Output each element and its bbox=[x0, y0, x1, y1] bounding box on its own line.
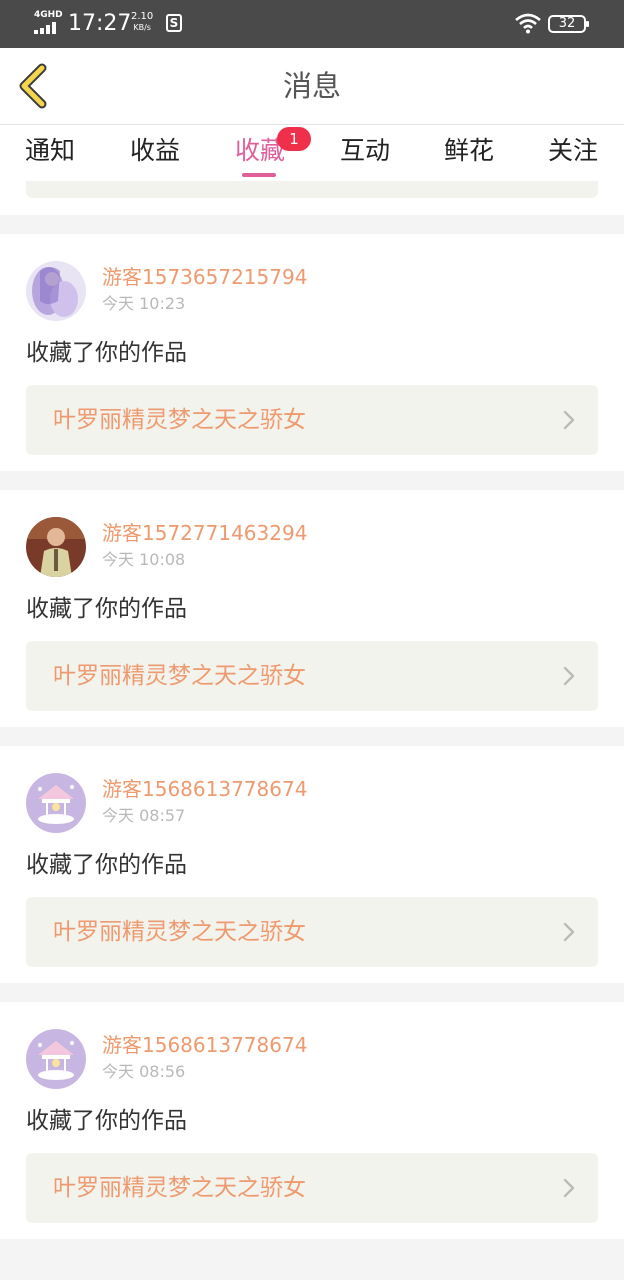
message-card-partial bbox=[0, 181, 624, 215]
action-text: 收藏了你的作品 bbox=[26, 1108, 187, 1134]
work-title: 叶罗丽精灵梦之天之骄女 bbox=[53, 919, 306, 945]
chevron-right-icon bbox=[563, 1178, 575, 1198]
work-link[interactable]: 叶罗丽精灵梦之天之骄女 bbox=[26, 1153, 598, 1223]
message-card: 游客1568613778674 今天 08:56 收藏了你的作品 叶罗丽精灵梦之… bbox=[0, 1002, 624, 1239]
message-time: 今天 08:56 bbox=[102, 1062, 186, 1081]
unread-badge: 1 bbox=[277, 127, 311, 151]
message-card: 游客1572771463294 今天 10:08 收藏了你的作品 叶罗丽精灵梦之… bbox=[0, 490, 624, 727]
network-type: 4GHD bbox=[34, 10, 63, 20]
message-time: 今天 08:57 bbox=[102, 806, 186, 825]
tab-earnings[interactable]: 收益 bbox=[130, 135, 180, 167]
speed-unit: KB/s bbox=[133, 23, 151, 32]
tab-flowers[interactable]: 鲜花 bbox=[444, 135, 494, 167]
chevron-right-icon bbox=[563, 410, 575, 430]
action-text: 收藏了你的作品 bbox=[26, 852, 187, 878]
tab-bar: 通知 收益 收藏 1 互动 鲜花 关注 bbox=[0, 125, 624, 181]
message-card: 游客1568613778674 今天 08:57 收藏了你的作品 叶罗丽精灵梦之… bbox=[0, 746, 624, 983]
work-title: 叶罗丽精灵梦之天之骄女 bbox=[53, 1175, 306, 1201]
action-text: 收藏了你的作品 bbox=[26, 340, 187, 366]
chevron-right-icon bbox=[563, 666, 575, 686]
carousel-avatar[interactable] bbox=[26, 1029, 86, 1089]
username[interactable]: 游客1568613778674 bbox=[102, 776, 307, 802]
work-title: 叶罗丽精灵梦之天之骄女 bbox=[53, 407, 306, 433]
wifi-icon bbox=[515, 13, 541, 34]
status-bar: 4GHD 17:27 2.10 KB/s S 32 bbox=[0, 0, 624, 48]
active-tab-indicator bbox=[242, 173, 276, 177]
tab-notifications[interactable]: 通知 bbox=[25, 135, 75, 167]
action-text: 收藏了你的作品 bbox=[26, 596, 187, 622]
page-title: 消息 bbox=[282, 69, 341, 103]
speed-value: 2.10 bbox=[131, 11, 154, 22]
message-card: 游客1573657215794 今天 10:23 收藏了你的作品 叶罗丽精灵梦之… bbox=[0, 234, 624, 471]
work-link-partial[interactable] bbox=[26, 181, 598, 198]
battery-icon: 32 bbox=[548, 15, 589, 33]
status-time: 17:27 bbox=[68, 11, 132, 36]
work-link[interactable]: 叶罗丽精灵梦之天之骄女 bbox=[26, 385, 598, 455]
message-time: 今天 10:08 bbox=[102, 550, 186, 569]
work-link[interactable]: 叶罗丽精灵梦之天之骄女 bbox=[26, 641, 598, 711]
message-time: 今天 10:23 bbox=[102, 294, 186, 313]
tab-follows[interactable]: 关注 bbox=[548, 135, 598, 167]
app-notification-icon: S bbox=[166, 14, 182, 32]
network-speed: 2.10 KB/s bbox=[131, 11, 153, 33]
tab-favorites[interactable]: 收藏 1 bbox=[235, 127, 311, 167]
tab-interactions[interactable]: 互动 bbox=[340, 135, 390, 167]
username[interactable]: 游客1573657215794 bbox=[102, 264, 307, 290]
boy-photo-avatar[interactable] bbox=[26, 517, 86, 577]
username[interactable]: 游客1572771463294 bbox=[102, 520, 307, 546]
username[interactable]: 游客1568613778674 bbox=[102, 1032, 307, 1058]
nav-bar: 消息 bbox=[0, 48, 624, 125]
signal-icon bbox=[34, 22, 62, 34]
chevron-right-icon bbox=[563, 922, 575, 942]
carousel-avatar[interactable] bbox=[26, 773, 86, 833]
fairy-avatar[interactable] bbox=[26, 261, 86, 321]
work-link[interactable]: 叶罗丽精灵梦之天之骄女 bbox=[26, 897, 598, 967]
work-title: 叶罗丽精灵梦之天之骄女 bbox=[53, 663, 306, 689]
message-list[interactable]: 游客1573657215794 今天 10:23 收藏了你的作品 叶罗丽精灵梦之… bbox=[0, 181, 624, 1280]
